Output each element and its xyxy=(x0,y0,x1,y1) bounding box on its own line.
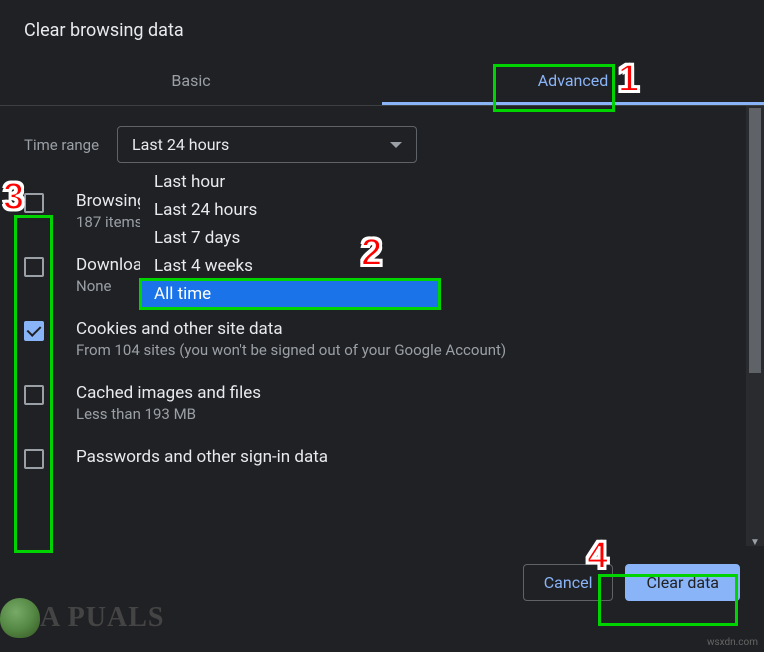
watermark-icon xyxy=(0,598,40,638)
clear-data-button[interactable]: Clear data xyxy=(625,564,740,601)
tab-advanced[interactable]: Advanced xyxy=(382,57,764,105)
scrollbar[interactable]: ▼ xyxy=(746,106,764,546)
item-subtitle: From 104 sites (you won't be signed out … xyxy=(76,341,722,359)
timerange-dropdown: Last hour Last 24 hours Last 7 days Last… xyxy=(140,168,440,308)
checkbox-cookies[interactable] xyxy=(24,321,44,341)
item-title: Cached images and files xyxy=(76,383,722,403)
corner-watermark: wsxdn.com xyxy=(707,637,758,648)
dropdown-option-last-hour[interactable]: Last hour xyxy=(140,168,440,196)
list-item: Cookies and other site data From 104 sit… xyxy=(24,319,722,359)
tabs: Basic Advanced xyxy=(0,57,764,106)
item-title: Passwords and other sign-in data xyxy=(76,447,722,467)
list-item: Passwords and other sign-in data xyxy=(24,447,722,469)
checkbox-download-history[interactable] xyxy=(24,257,44,277)
content-area: Time range Last 24 hours Last hour Last … xyxy=(0,106,746,546)
item-subtitle: Less than 193 MB xyxy=(76,405,722,423)
dialog-title: Clear browsing data xyxy=(0,0,764,57)
watermark: A PUALS xyxy=(0,598,164,638)
checkbox-cached-images[interactable] xyxy=(24,385,44,405)
watermark-text: A PUALS xyxy=(40,602,164,634)
dropdown-option-last-4-weeks[interactable]: Last 4 weeks xyxy=(140,252,440,280)
cancel-button[interactable]: Cancel xyxy=(523,564,614,601)
item-title: Cookies and other site data xyxy=(76,319,722,339)
chevron-down-icon xyxy=(390,142,402,148)
checkbox-passwords[interactable] xyxy=(24,449,44,469)
tab-basic[interactable]: Basic xyxy=(0,57,382,105)
timerange-selected-value: Last 24 hours xyxy=(132,135,229,154)
checkbox-browsing-history[interactable] xyxy=(24,193,44,213)
dropdown-option-all-time[interactable]: All time xyxy=(140,280,440,308)
scroll-thumb[interactable] xyxy=(749,108,761,373)
timerange-label: Time range xyxy=(24,136,99,154)
dropdown-option-last-7-days[interactable]: Last 7 days xyxy=(140,224,440,252)
list-item: Cached images and files Less than 193 MB xyxy=(24,383,722,423)
dropdown-option-last-24-hours[interactable]: Last 24 hours xyxy=(140,196,440,224)
timerange-select[interactable]: Last 24 hours xyxy=(117,126,417,163)
